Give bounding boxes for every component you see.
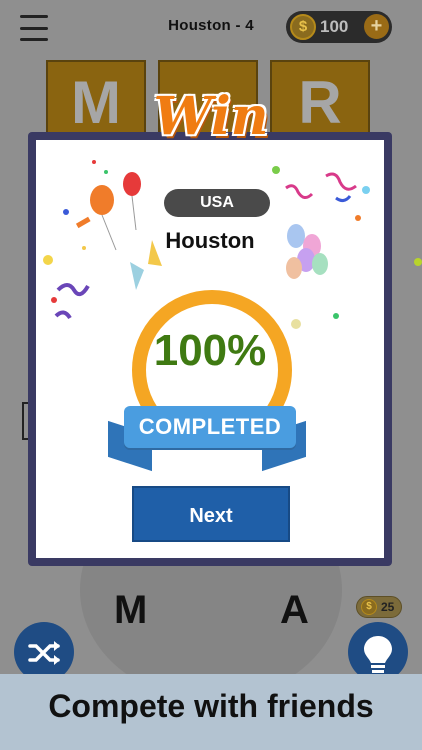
confetti-dot <box>414 258 422 266</box>
answer-tile[interactable]: M <box>46 60 146 142</box>
city-name: Houston <box>165 228 255 253</box>
win-badge-text: Win <box>153 86 269 147</box>
wheel-letter[interactable]: M <box>114 588 147 633</box>
coin-count: 100 <box>320 17 349 36</box>
coin-icon: $ <box>290 14 316 40</box>
win-dialog: USA Houston 100% COMPLETED Next <box>28 132 392 566</box>
game-screen: Houston - 4 $ 100 + M R M A $ 25 USA Hou… <box>0 0 422 674</box>
add-coins-button[interactable]: + <box>364 14 389 39</box>
hint-cost-badge: $ 25 <box>356 596 402 618</box>
lightbulb-icon <box>364 636 392 673</box>
next-button[interactable]: Next <box>132 486 290 542</box>
coin-icon: $ <box>361 599 377 615</box>
country-badge: USA <box>164 189 270 217</box>
hint-button[interactable] <box>348 622 408 674</box>
promo-banner-text: Compete with friends <box>48 688 374 724</box>
top-bar: Houston - 4 $ 100 + <box>0 0 422 56</box>
shuffle-icon <box>28 641 60 665</box>
promo-banner: Compete with friends <box>0 674 422 750</box>
shuffle-button[interactable] <box>14 622 74 674</box>
answer-tile[interactable]: R <box>270 60 370 142</box>
win-dialog-body: USA Houston 100% COMPLETED Next <box>36 140 384 558</box>
completion-percent: 100% <box>153 326 267 375</box>
win-badge: Win <box>150 80 272 160</box>
hint-cost-value: 25 <box>381 600 395 614</box>
coin-balance: $ 100 + <box>286 11 392 43</box>
completed-ribbon: COMPLETED <box>124 406 296 448</box>
wheel-letter[interactable]: A <box>280 588 309 633</box>
